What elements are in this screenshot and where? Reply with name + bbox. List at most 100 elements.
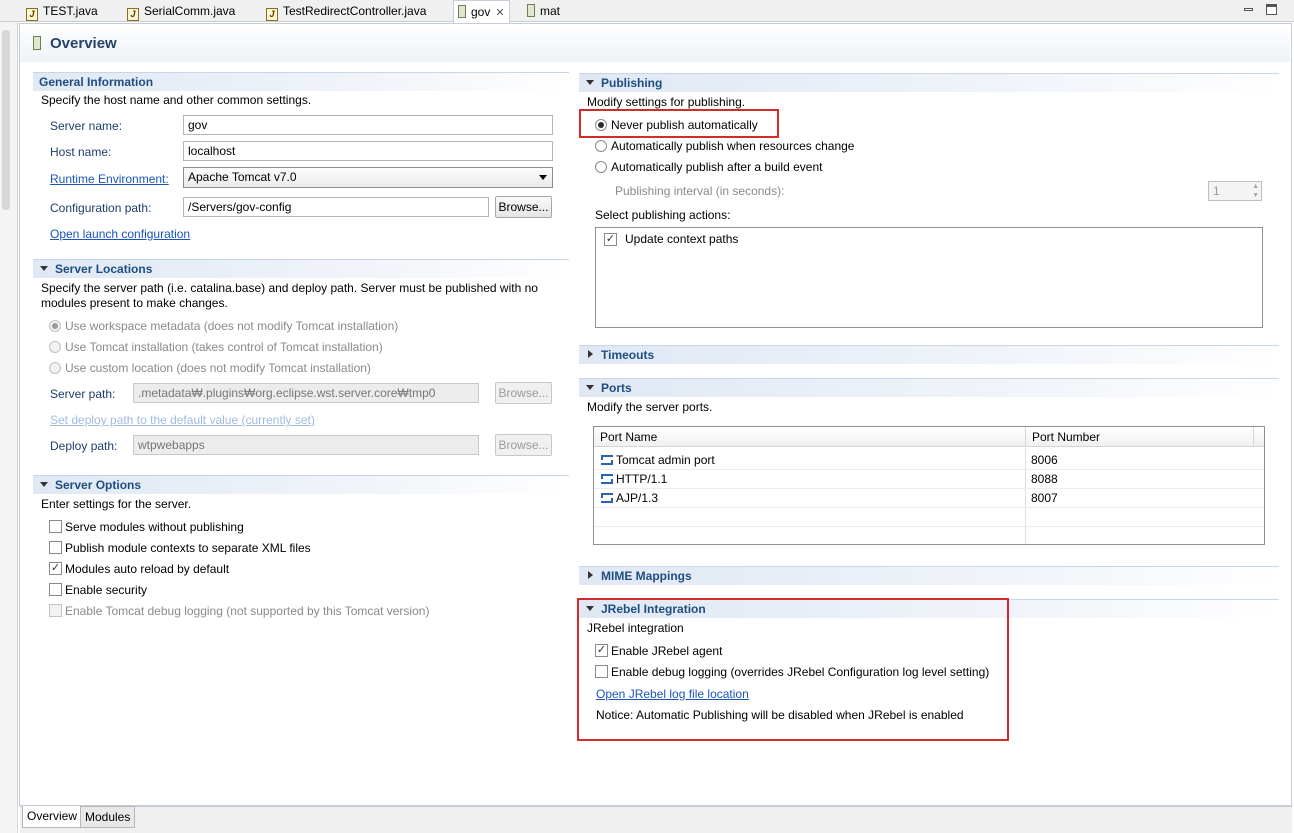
server-icon bbox=[458, 5, 466, 18]
use-workspace-metadata-label: Use workspace metadata (does not modify … bbox=[65, 319, 399, 333]
publish-on-resource-change-label: Automatically publish when resources cha… bbox=[611, 139, 855, 153]
port-number-cell[interactable]: 8088 bbox=[1031, 472, 1058, 486]
port-number-cell[interactable]: 8007 bbox=[1031, 491, 1058, 505]
tomcat-debug-logging-checkbox[interactable] bbox=[49, 604, 62, 617]
spinner-arrows-icon[interactable]: ▲ ▼ bbox=[1252, 182, 1259, 200]
expand-icon[interactable] bbox=[588, 571, 593, 579]
publish-on-resource-change-radio[interactable] bbox=[595, 140, 607, 152]
server-locations-description-2: modules present to make changes. bbox=[41, 296, 228, 310]
publishing-description: Modify settings for publishing. bbox=[587, 95, 746, 109]
collapse-icon[interactable] bbox=[40, 482, 48, 487]
timeouts-title: Timeouts bbox=[601, 348, 655, 362]
configuration-browse-button[interactable]: Browse... bbox=[495, 196, 552, 218]
editor-page-tabs bbox=[20, 806, 1292, 833]
table-row[interactable]: AJP/1.3 bbox=[600, 491, 658, 505]
deploy-path-browse-button[interactable]: Browse... bbox=[495, 434, 552, 456]
server-options-description: Enter settings for the server. bbox=[41, 497, 192, 511]
table-row[interactable]: HTTP/1.1 bbox=[600, 472, 667, 486]
server-icon bbox=[527, 4, 535, 17]
tab-testredirectcontroller-java[interactable]: J TestRedirectController.java bbox=[266, 0, 426, 22]
tab-gov[interactable]: gov ✕ bbox=[453, 0, 510, 23]
table-row[interactable]: Tomcat admin port bbox=[600, 453, 715, 467]
configuration-path-field[interactable]: /Servers/gov-config bbox=[183, 197, 489, 217]
deploy-path-field[interactable]: wtpwebapps bbox=[133, 435, 479, 455]
use-custom-location-label: Use custom location (does not modify Tom… bbox=[65, 361, 371, 375]
port-icon bbox=[600, 492, 613, 503]
general-info-title: General Information bbox=[39, 75, 154, 89]
table-header-filler bbox=[1253, 427, 1264, 447]
highlight-box bbox=[577, 598, 1009, 741]
maximize-icon[interactable] bbox=[1266, 4, 1277, 15]
set-deploy-path-link[interactable]: Set deploy path to the default value (cu… bbox=[50, 413, 315, 427]
tab-test-java[interactable]: J TEST.java bbox=[26, 0, 98, 22]
tab-modules[interactable]: Modules bbox=[80, 806, 136, 828]
publish-contexts-label: Publish module contexts to separate XML … bbox=[65, 541, 311, 555]
page-title: Overview bbox=[50, 35, 117, 52]
collapse-icon[interactable] bbox=[586, 385, 594, 390]
publishing-actions-label: Select publishing actions: bbox=[595, 208, 731, 222]
update-context-paths-label: Update context paths bbox=[625, 232, 739, 246]
port-number-cell[interactable]: 8006 bbox=[1031, 453, 1058, 467]
server-name-label: Server name: bbox=[50, 119, 123, 133]
row-divider bbox=[594, 469, 1264, 470]
server-icon bbox=[33, 36, 41, 50]
collapse-icon[interactable] bbox=[40, 266, 48, 271]
highlight-box bbox=[579, 109, 779, 138]
serve-modules-label: Serve modules without publishing bbox=[65, 520, 244, 534]
ports-header[interactable] bbox=[579, 378, 1279, 397]
server-path-label: Server path: bbox=[50, 387, 116, 401]
chevron-down-icon bbox=[539, 175, 547, 180]
collapse-icon[interactable] bbox=[586, 80, 594, 85]
server-path-browse-button[interactable]: Browse... bbox=[495, 382, 552, 404]
open-launch-configuration-link[interactable]: Open launch configuration bbox=[50, 227, 190, 241]
general-info-description: Specify the host name and other common s… bbox=[41, 93, 312, 107]
publishing-interval-label: Publishing interval (in seconds): bbox=[615, 184, 785, 198]
server-locations-title: Server Locations bbox=[55, 262, 153, 276]
enable-security-label: Enable security bbox=[65, 583, 148, 597]
close-icon[interactable]: ✕ bbox=[495, 7, 504, 19]
server-locations-description-1: Specify the server path (i.e. catalina.b… bbox=[41, 281, 538, 295]
port-icon bbox=[600, 473, 613, 484]
host-name-field[interactable]: localhost bbox=[183, 141, 553, 161]
java-file-icon: J bbox=[266, 8, 278, 21]
tab-serialcomm-java[interactable]: J SerialComm.java bbox=[127, 0, 235, 22]
publishing-header[interactable] bbox=[579, 73, 1279, 92]
update-context-paths-checkbox[interactable]: ✓ bbox=[604, 233, 617, 246]
publish-after-build-label: Automatically publish after a build even… bbox=[611, 160, 823, 174]
tab-mat[interactable]: mat bbox=[527, 0, 560, 22]
use-custom-location-radio[interactable] bbox=[49, 362, 61, 374]
use-tomcat-installation-label: Use Tomcat installation (takes control o… bbox=[65, 340, 383, 354]
publish-after-build-radio[interactable] bbox=[595, 161, 607, 173]
publishing-interval-spinner[interactable]: 1 ▲ ▼ bbox=[1208, 181, 1262, 201]
host-name-label: Host name: bbox=[50, 145, 112, 159]
runtime-environment-link[interactable]: Runtime Environment: bbox=[50, 172, 169, 186]
expand-icon[interactable] bbox=[588, 350, 593, 358]
row-divider bbox=[594, 507, 1264, 508]
runtime-environment-select[interactable]: Apache Tomcat v7.0 bbox=[183, 167, 553, 188]
publish-contexts-checkbox[interactable] bbox=[49, 541, 62, 554]
column-divider bbox=[1025, 448, 1026, 544]
auto-reload-checkbox[interactable]: ✓ bbox=[49, 562, 62, 575]
port-number-column-header[interactable]: Port Number bbox=[1025, 427, 1253, 447]
server-name-field[interactable]: gov bbox=[183, 115, 553, 135]
auto-reload-label: Modules auto reload by default bbox=[65, 562, 230, 576]
mime-mappings-title: MIME Mappings bbox=[601, 569, 692, 583]
java-file-icon: J bbox=[127, 8, 139, 21]
form-header bbox=[20, 24, 1290, 62]
left-scrollbar-thumb[interactable] bbox=[2, 30, 10, 210]
row-divider bbox=[594, 488, 1264, 489]
ports-description: Modify the server ports. bbox=[587, 400, 713, 414]
tomcat-debug-logging-label: Enable Tomcat debug logging (not support… bbox=[65, 604, 430, 618]
minimize-icon[interactable] bbox=[1243, 5, 1255, 15]
port-icon bbox=[600, 454, 613, 465]
port-name-column-header[interactable]: Port Name bbox=[594, 427, 1025, 447]
use-workspace-metadata-radio[interactable] bbox=[49, 320, 61, 332]
tab-overview[interactable]: Overview bbox=[22, 806, 83, 828]
deploy-path-label: Deploy path: bbox=[50, 439, 118, 453]
server-path-field[interactable]: .metadata₩.plugins₩org.eclipse.wst.serve… bbox=[133, 383, 479, 403]
enable-security-checkbox[interactable] bbox=[49, 583, 62, 596]
timeouts-header[interactable] bbox=[579, 345, 1279, 364]
configuration-path-label: Configuration path: bbox=[50, 201, 152, 215]
serve-modules-checkbox[interactable] bbox=[49, 520, 62, 533]
use-tomcat-installation-radio[interactable] bbox=[49, 341, 61, 353]
